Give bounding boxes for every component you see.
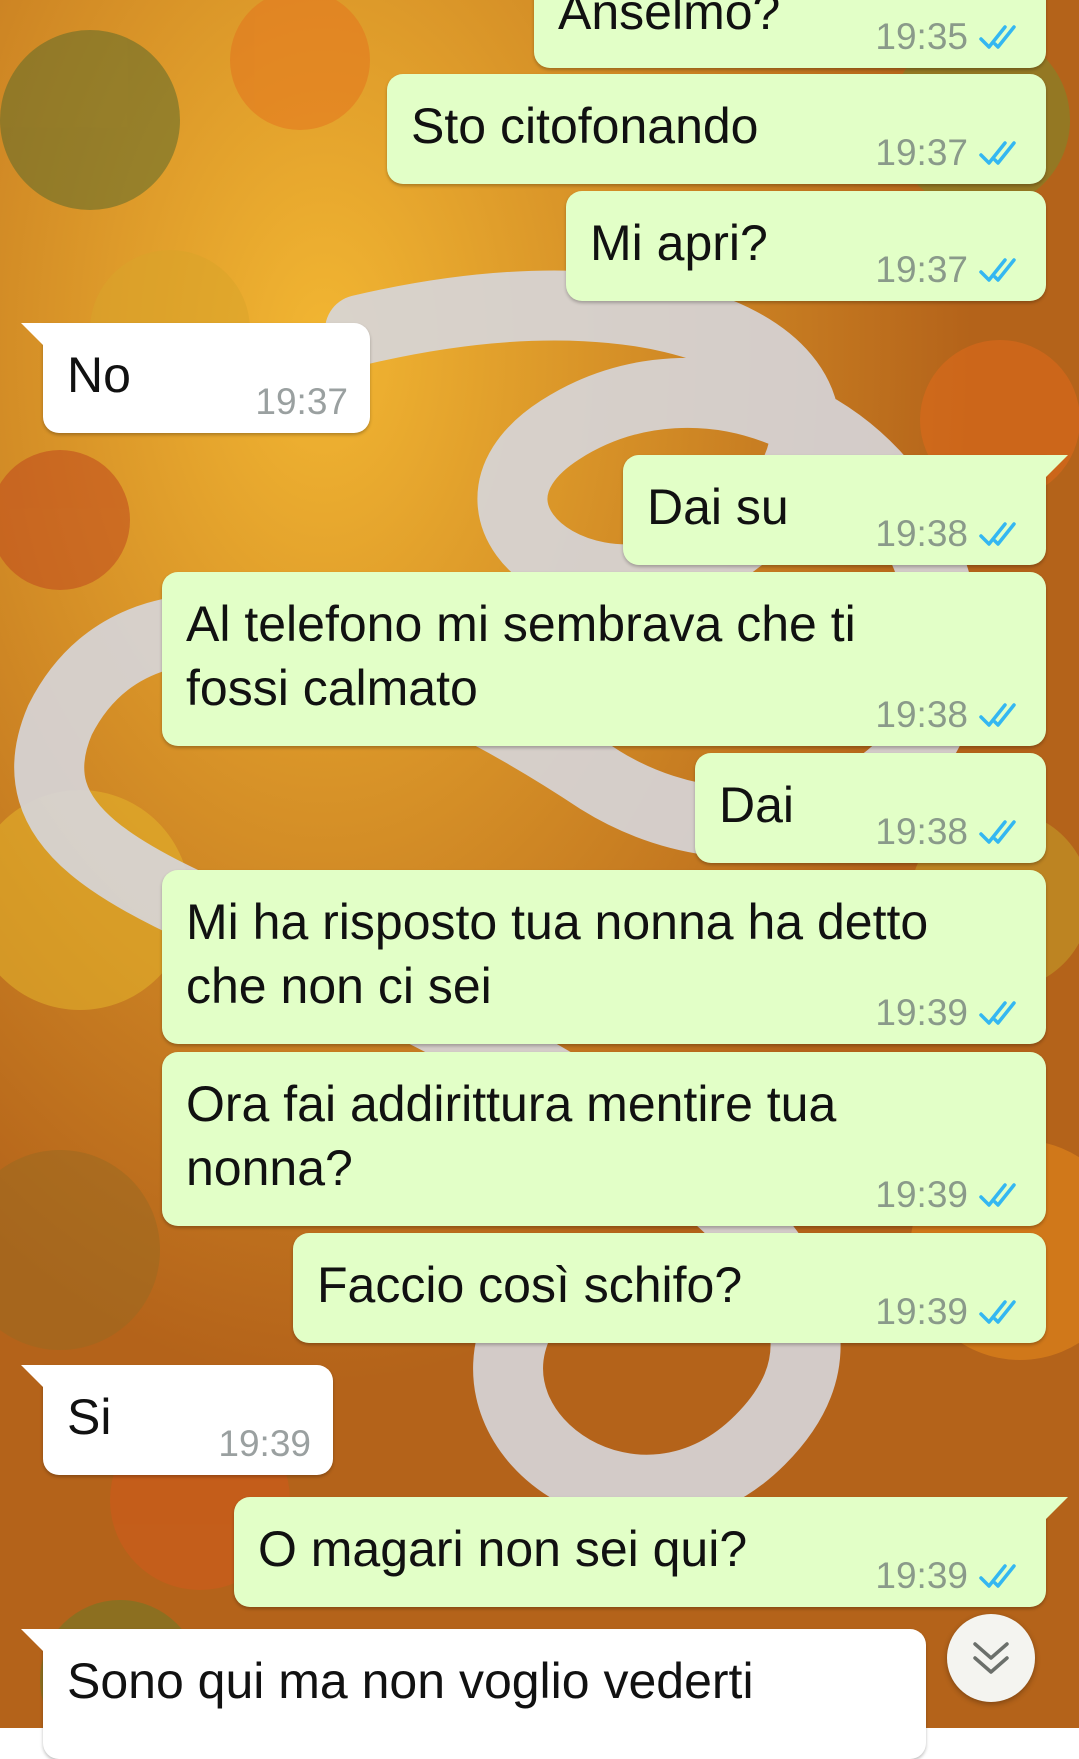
message-meta: 19:38: [875, 513, 1024, 555]
double-check-icon: [979, 1183, 1016, 1207]
double-check-icon: [979, 141, 1016, 165]
message-bubble-outgoing[interactable]: Sto citofonando 19:37: [387, 74, 1046, 184]
message-time: 19:38: [875, 513, 968, 554]
message-bubble-outgoing[interactable]: Mi ha risposto tua nonna ha detto che no…: [162, 870, 1046, 1044]
message-time: 19:37: [255, 381, 348, 422]
double-check-icon: [979, 25, 1016, 49]
message-bubble-outgoing[interactable]: Al telefono mi sembrava che ti fossi cal…: [162, 572, 1046, 746]
message-time: 19:39: [875, 1174, 968, 1215]
double-check-icon: [979, 1300, 1016, 1324]
message-time: 19:39: [875, 1291, 968, 1332]
message-text: Si: [67, 1389, 112, 1445]
message-bubble-outgoing[interactable]: O magari non sei qui? 19:39: [234, 1497, 1068, 1607]
message-meta: 19:37: [875, 249, 1024, 291]
message-bubble-outgoing[interactable]: Dai su 19:38: [623, 455, 1068, 565]
message-meta: 19:37: [875, 132, 1024, 174]
message-time: 19:37: [875, 132, 968, 173]
message-text: Sto citofonando: [411, 98, 759, 154]
message-meta: 19:35: [875, 16, 1024, 58]
message-time: 19:39: [875, 1555, 968, 1596]
message-meta: 19:38: [875, 811, 1024, 853]
scroll-to-bottom-button[interactable]: [947, 1614, 1035, 1702]
message-meta: 19:39: [218, 1423, 311, 1465]
message-meta: 19:38: [875, 694, 1024, 736]
message-text: No: [67, 347, 131, 403]
message-time: 19:38: [875, 694, 968, 735]
double-check-icon: [979, 522, 1016, 546]
message-bubble-outgoing[interactable]: Dai 19:38: [695, 753, 1046, 863]
message-text: Ora fai addirittura mentire tua nonna?: [186, 1076, 837, 1196]
message-bubble-outgoing[interactable]: Anselmo? 19:35: [534, 0, 1046, 68]
message-text: Al telefono mi sembrava che ti fossi cal…: [186, 596, 856, 716]
message-time: 19:39: [218, 1423, 311, 1464]
double-check-icon: [979, 820, 1016, 844]
double-check-icon: [979, 1001, 1016, 1025]
message-time: 19:39: [875, 992, 968, 1033]
message-text: Sono qui ma non voglio vederti: [67, 1653, 754, 1709]
message-bubble-incoming[interactable]: No 19:37: [21, 323, 370, 433]
double-check-icon: [979, 258, 1016, 282]
message-text: Mi ha risposto tua nonna ha detto che no…: [186, 894, 929, 1014]
message-text: Faccio così schifo?: [317, 1257, 743, 1313]
message-bubble-outgoing[interactable]: Faccio così schifo? 19:39: [293, 1233, 1046, 1343]
message-text: Dai su: [647, 479, 789, 535]
message-list[interactable]: Anselmo? 19:35 Sto citofonando 19:37 Mi …: [0, 0, 1079, 1759]
message-text: Anselmo?: [558, 0, 781, 40]
message-text: Mi apri?: [590, 215, 768, 271]
message-meta: 19:37: [255, 381, 348, 423]
message-time: 19:37: [875, 249, 968, 290]
double-check-icon: [979, 703, 1016, 727]
message-time: 19:35: [875, 16, 968, 57]
message-meta: 19:39: [875, 1291, 1024, 1333]
message-text: O magari non sei qui?: [258, 1521, 748, 1577]
message-bubble-incoming[interactable]: Sono qui ma non voglio vederti: [21, 1629, 926, 1759]
double-check-icon: [979, 1564, 1016, 1588]
message-meta: 19:39: [875, 1174, 1024, 1216]
message-time: 19:38: [875, 811, 968, 852]
message-meta: 19:39: [875, 1555, 1024, 1597]
double-chevron-down-icon: [973, 1642, 1009, 1674]
message-bubble-incoming[interactable]: Si 19:39: [21, 1365, 333, 1475]
message-bubble-outgoing[interactable]: Ora fai addirittura mentire tua nonna? 1…: [162, 1052, 1046, 1226]
message-bubble-outgoing[interactable]: Mi apri? 19:37: [566, 191, 1046, 301]
message-meta: 19:39: [875, 992, 1024, 1034]
message-text: Dai: [719, 777, 795, 833]
